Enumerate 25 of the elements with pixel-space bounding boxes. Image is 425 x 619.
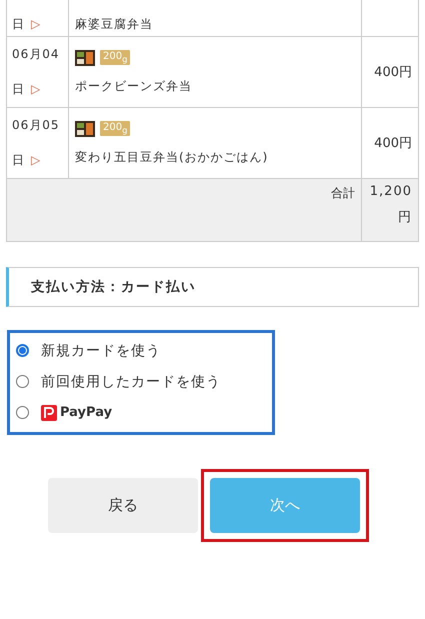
paypay-logo-icon xyxy=(41,404,57,420)
section-heading: 支払い方法：カード払い xyxy=(6,267,419,307)
total-price: 1,200円 xyxy=(370,184,412,225)
option-label[interactable]: 前回使用したカードを使う xyxy=(41,372,221,390)
meal-name: ポークビーンズ弁当 xyxy=(75,78,192,92)
price: 400円 xyxy=(374,136,412,151)
total-label: 合計 xyxy=(331,186,355,200)
weight-badge: 200$_{g}$ xyxy=(100,121,130,136)
radio-button[interactable] xyxy=(16,344,29,357)
back-button[interactable]: 戻る xyxy=(48,478,198,533)
option-label[interactable]: 新規カードを使う xyxy=(41,342,161,360)
paypay-option[interactable]: PayPay xyxy=(41,404,112,420)
day-label: 日 xyxy=(12,82,25,96)
meal-name: 麻婆豆腐弁当 xyxy=(75,17,153,31)
delivery-date: 06月04 xyxy=(12,47,60,61)
day-label: 日 xyxy=(12,17,25,31)
radio-button[interactable] xyxy=(16,375,29,388)
radio-button[interactable] xyxy=(16,406,29,419)
day-label: 日 xyxy=(12,153,25,167)
delivery-date: 06月05 xyxy=(12,118,60,132)
price: 400円 xyxy=(374,65,412,80)
bento-icon xyxy=(75,50,95,66)
bento-icon xyxy=(75,120,95,136)
weight-badge: 200$_{g}$ xyxy=(100,50,130,65)
meal-name: 変わり五目豆弁当(おかかごはん) xyxy=(75,150,268,164)
